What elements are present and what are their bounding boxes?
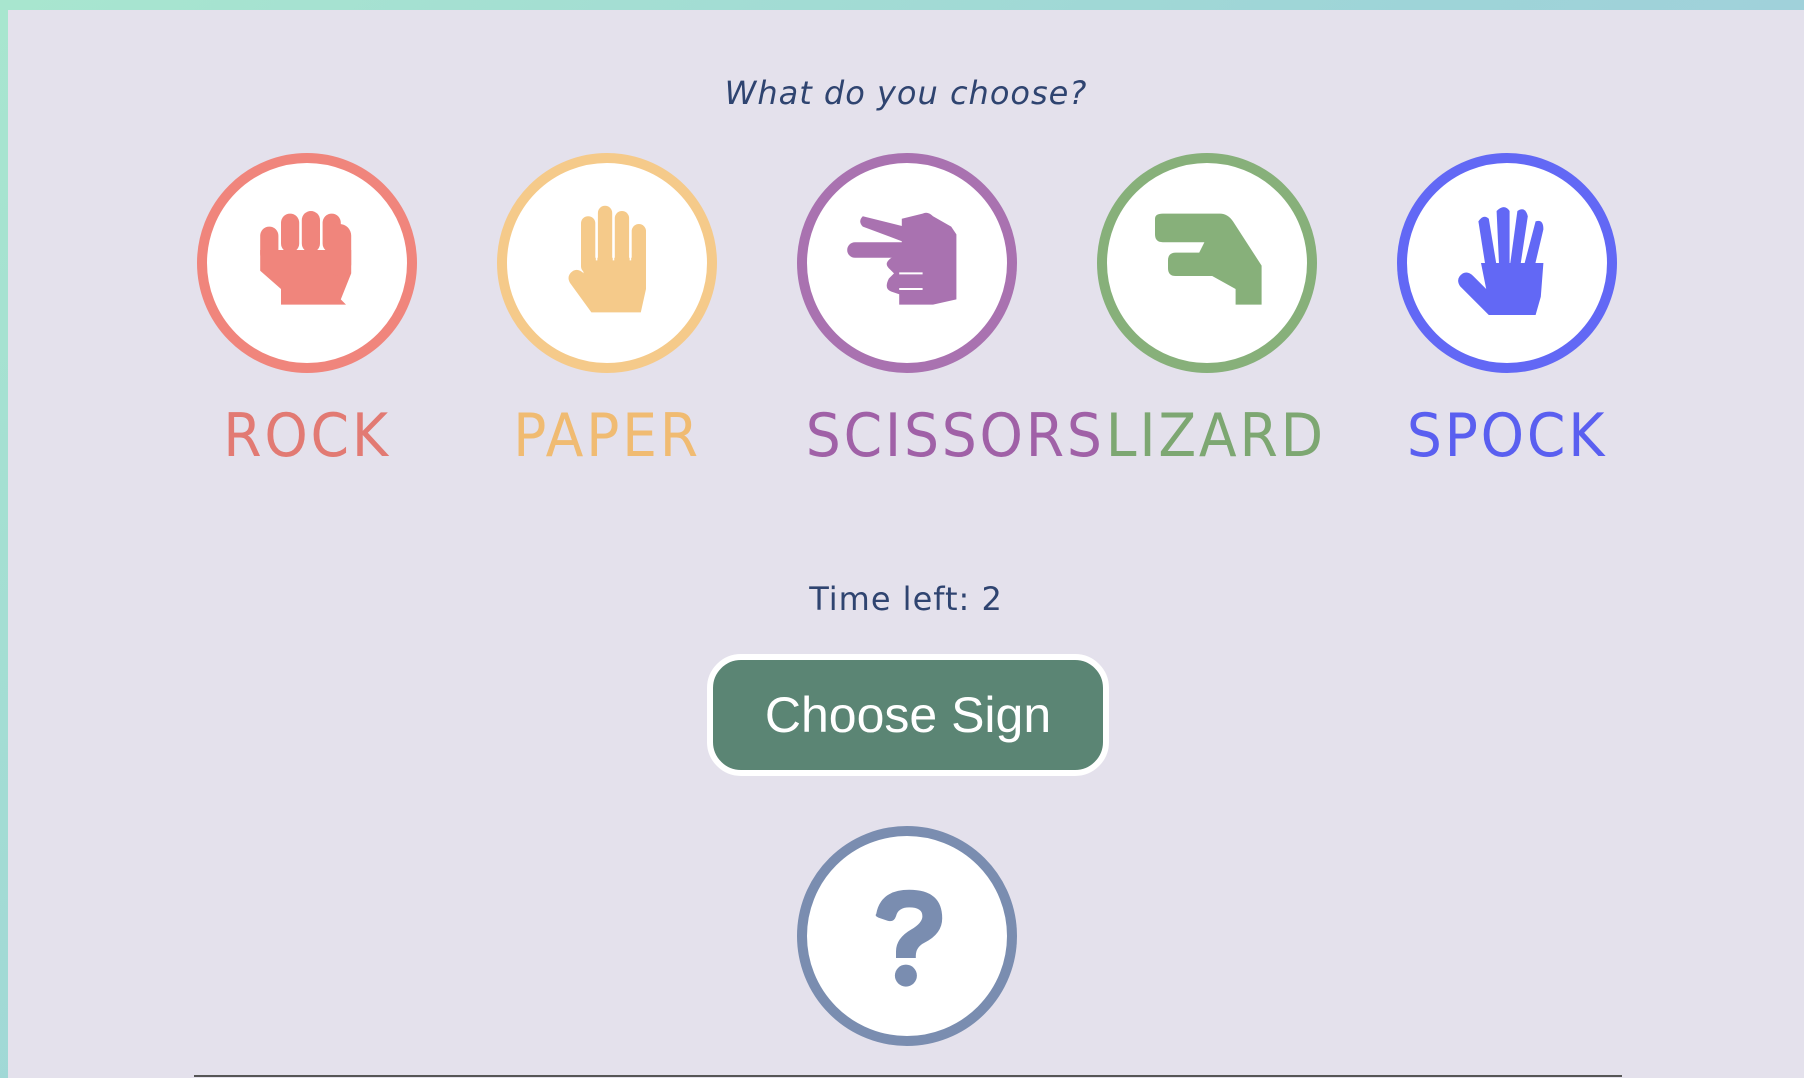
open-hand-icon bbox=[568, 205, 646, 313]
rock-circle[interactable] bbox=[197, 153, 417, 373]
paper-circle[interactable] bbox=[497, 153, 717, 373]
choice-label-spock: SPOCK bbox=[1406, 401, 1608, 471]
time-left-text: Time left: 2 bbox=[809, 580, 1003, 618]
question-mark-icon bbox=[875, 889, 943, 987]
fist-icon bbox=[260, 211, 352, 305]
choice-scissors[interactable]: SCISSORS bbox=[797, 153, 1105, 471]
scissors-circle[interactable] bbox=[797, 153, 1017, 373]
spock-hand-icon bbox=[1458, 207, 1544, 315]
choice-rock[interactable]: ROCK bbox=[197, 153, 417, 471]
choices-row: ROCK PAPER SCISSORS LIZARD SPOCK bbox=[8, 153, 1804, 493]
choice-label-lizard: LIZARD bbox=[1105, 401, 1326, 471]
choice-paper[interactable]: PAPER bbox=[497, 153, 717, 471]
choose-prompt: What do you choose? bbox=[724, 74, 1088, 112]
lizard-circle[interactable] bbox=[1097, 153, 1317, 373]
spock-circle[interactable] bbox=[1397, 153, 1617, 373]
opponent-choice-circle bbox=[797, 826, 1017, 1046]
scissors-hand-icon bbox=[847, 212, 957, 305]
choice-label-scissors: SCISSORS bbox=[805, 401, 1105, 471]
choice-label-paper: PAPER bbox=[513, 401, 701, 471]
game-panel: What do you choose? ROCK PAPER SCISSORS … bbox=[8, 10, 1804, 1078]
choice-label-rock: ROCK bbox=[223, 401, 391, 471]
lizard-hand-icon bbox=[1155, 213, 1262, 305]
divider-line bbox=[194, 1075, 1622, 1077]
choice-spock[interactable]: SPOCK bbox=[1397, 153, 1617, 471]
choice-lizard[interactable]: LIZARD bbox=[1097, 153, 1326, 471]
choose-sign-button[interactable]: Choose Sign bbox=[707, 654, 1109, 776]
